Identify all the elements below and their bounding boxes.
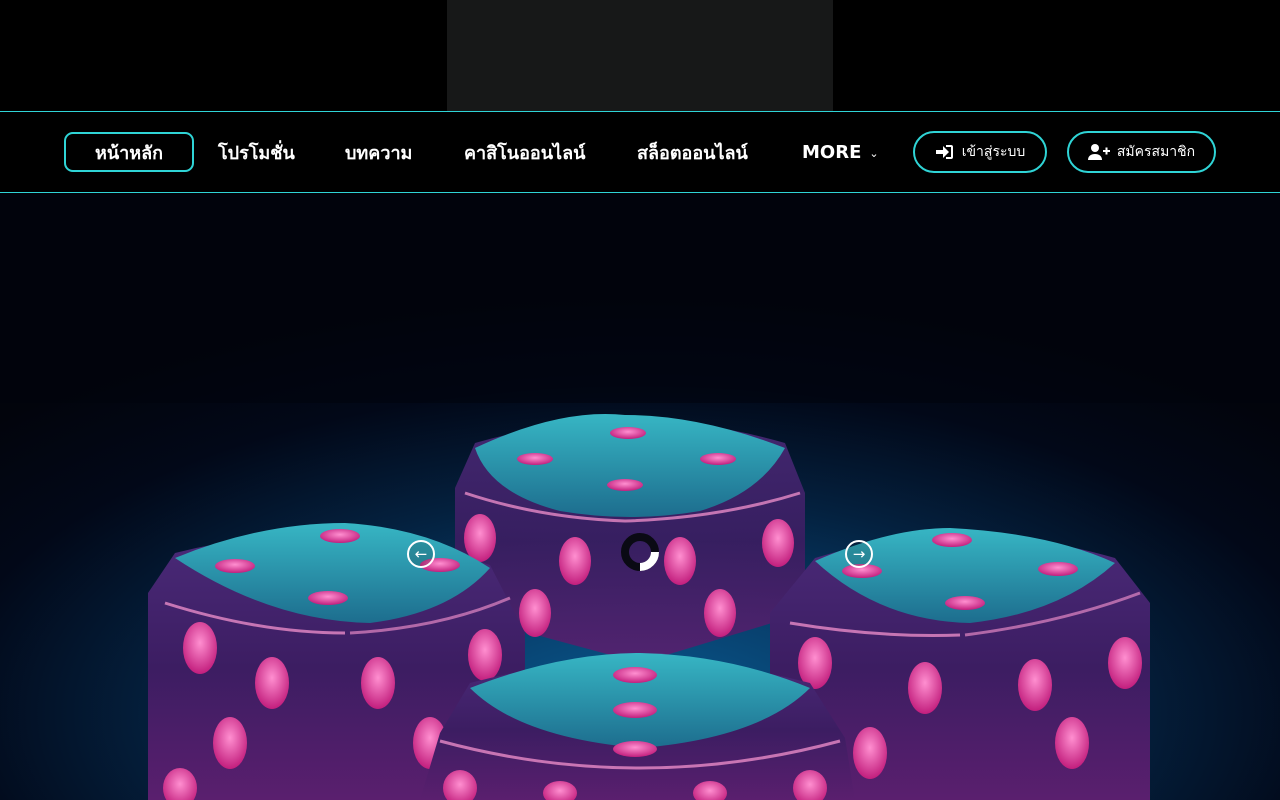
top-header — [0, 0, 1280, 111]
nav-item-articles[interactable]: บทความ — [345, 112, 412, 192]
user-plus-icon — [1087, 144, 1110, 160]
sign-in-icon — [935, 145, 953, 159]
chevron-down-icon: ⌄ — [869, 146, 879, 160]
arrow-right-circle-icon[interactable]: → — [845, 540, 873, 568]
logo-area[interactable] — [447, 0, 833, 111]
nav-item-slots[interactable]: สล็อตออนไลน์ — [637, 112, 748, 192]
nav-item-casino[interactable]: คาสิโนออนไลน์ — [464, 112, 585, 192]
register-button[interactable]: สมัครสมาชิก — [1067, 131, 1216, 173]
nav-item-home[interactable]: หน้าหลัก — [64, 132, 194, 172]
register-label: สมัครสมาชิก — [1116, 144, 1196, 160]
nav-more-label: MORE — [802, 141, 862, 163]
loading-spinner-icon — [621, 533, 659, 571]
nav-item-more[interactable]: MORE ⌄ — [802, 112, 879, 192]
arrow-left-circle-icon[interactable]: ← — [407, 540, 435, 568]
dice-hero-image — [0, 193, 1280, 800]
main-navbar: หน้าหลัก โปรโมชั่น บทความ คาสิโนออนไลน์ … — [0, 111, 1280, 193]
login-button[interactable]: เข้าสู่ระบบ — [913, 131, 1047, 173]
login-label: เข้าสู่ระบบ — [961, 144, 1026, 160]
hero-slider: ← → — [0, 193, 1280, 800]
nav-item-promotions[interactable]: โปรโมชั่น — [218, 112, 295, 192]
